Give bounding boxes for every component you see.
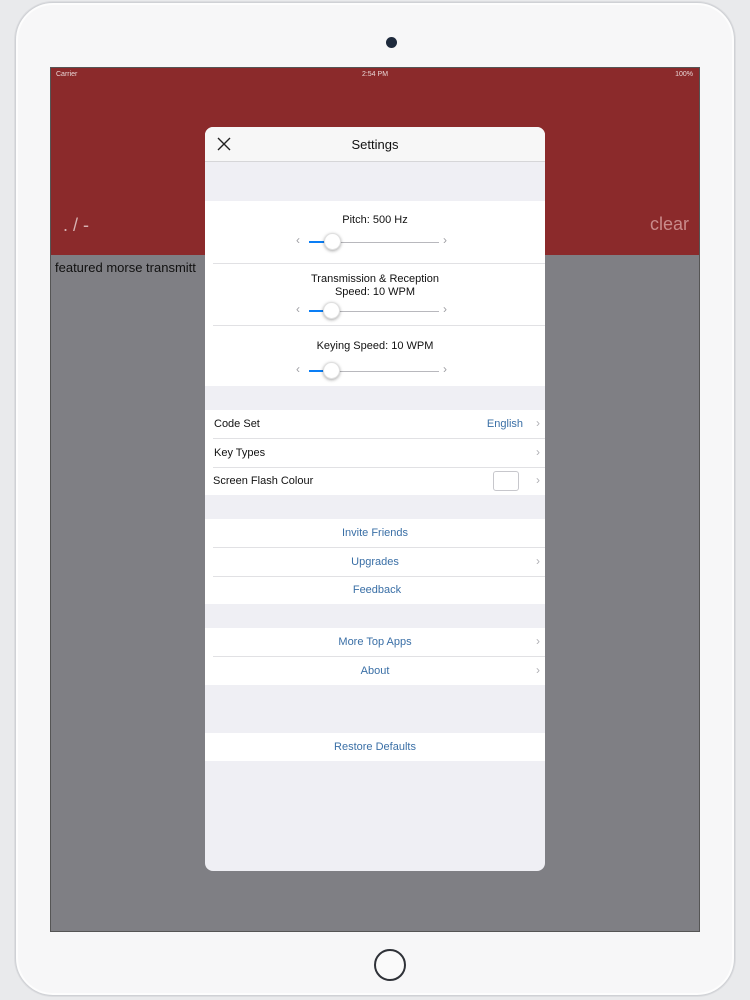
- feedback-row[interactable]: Feedback: [205, 576, 545, 604]
- keying-label: Keying Speed: 10 WPM: [316, 340, 434, 352]
- transmission-row: Transmission & Reception Speed: 10 WPM ‹…: [205, 264, 545, 325]
- restore-row[interactable]: Restore Defaults: [205, 733, 545, 761]
- more-apps-button[interactable]: More Top Apps: [205, 636, 545, 648]
- clear-button[interactable]: clear: [650, 214, 689, 235]
- pitch-row: Pitch: 500 Hz ‹ ›: [205, 201, 545, 263]
- key-types-label: Key Types: [214, 447, 266, 459]
- status-time: 2:54 PM: [361, 71, 389, 78]
- pitch-slider[interactable]: ‹ ›: [296, 233, 447, 250]
- restore-defaults-button[interactable]: Restore Defaults: [205, 741, 545, 753]
- feedback-button[interactable]: Feedback: [209, 584, 545, 596]
- morse-display: . / -: [63, 215, 89, 235]
- flash-colour-swatch[interactable]: [493, 471, 519, 491]
- screen-flash-label: Screen Flash Colour: [213, 475, 314, 487]
- slider-thumb[interactable]: [324, 233, 342, 250]
- code-set-row[interactable]: Code Set English ›: [205, 410, 545, 438]
- more-section: More Top Apps › About ›: [205, 628, 545, 685]
- preferences-section: Code Set English › Key Types › Screen Fl…: [205, 410, 545, 495]
- invite-friends-row[interactable]: Invite Friends: [205, 519, 545, 547]
- chevron-right-icon: ›: [536, 416, 540, 430]
- restore-section: Restore Defaults: [205, 733, 545, 761]
- code-set-value: English: [486, 418, 523, 430]
- about-button[interactable]: About: [205, 665, 545, 677]
- code-set-label: Code Set: [214, 418, 260, 430]
- settings-title: Settings: [351, 137, 399, 152]
- battery-label: 100%: [675, 71, 693, 78]
- upgrades-row[interactable]: Upgrades ›: [205, 548, 545, 576]
- transmission-label: Transmission & Reception Speed: 10 WPM: [311, 273, 439, 298]
- chevron-right-icon: ›: [536, 473, 540, 487]
- keying-row: Keying Speed: 10 WPM ‹ ›: [205, 326, 545, 386]
- slider-thumb[interactable]: [323, 302, 341, 319]
- chevron-right-icon: ›: [536, 663, 540, 677]
- slider-thumb[interactable]: [323, 362, 341, 379]
- upgrades-button[interactable]: Upgrades: [205, 556, 545, 568]
- sliders-section: Pitch: 500 Hz ‹ › Transmission & Recepti…: [205, 201, 545, 386]
- about-row[interactable]: About ›: [205, 657, 545, 685]
- transmission-slider[interactable]: ‹ ›: [296, 302, 447, 319]
- chevron-right-icon: ›: [536, 634, 540, 648]
- home-button[interactable]: [374, 949, 406, 981]
- pitch-label: Pitch: 500 Hz: [342, 214, 408, 226]
- chevron-right-icon: ›: [536, 445, 540, 459]
- decrease-icon[interactable]: ‹: [296, 362, 300, 376]
- more-apps-row[interactable]: More Top Apps ›: [205, 628, 545, 656]
- invite-friends-button[interactable]: Invite Friends: [205, 527, 545, 539]
- increase-icon[interactable]: ›: [443, 362, 447, 376]
- key-types-row[interactable]: Key Types ›: [205, 439, 545, 467]
- screen-flash-row[interactable]: Screen Flash Colour ›: [205, 467, 545, 495]
- transcript-text: featured morse transmitt: [55, 260, 196, 275]
- decrease-icon[interactable]: ‹: [296, 302, 300, 316]
- settings-modal: Settings Pitch: 500 Hz ‹ › Transmission …: [205, 127, 545, 871]
- status-bar: Carrier 2:54 PM 100%: [51, 68, 699, 82]
- chevron-right-icon: ›: [536, 554, 540, 568]
- social-section: Invite Friends Upgrades › Feedback: [205, 519, 545, 604]
- increase-icon[interactable]: ›: [443, 302, 447, 316]
- camera: [386, 37, 397, 48]
- settings-navbar: Settings: [205, 127, 545, 162]
- decrease-icon[interactable]: ‹: [296, 233, 300, 247]
- keying-slider[interactable]: ‹ ›: [296, 362, 447, 379]
- increase-icon[interactable]: ›: [443, 233, 447, 247]
